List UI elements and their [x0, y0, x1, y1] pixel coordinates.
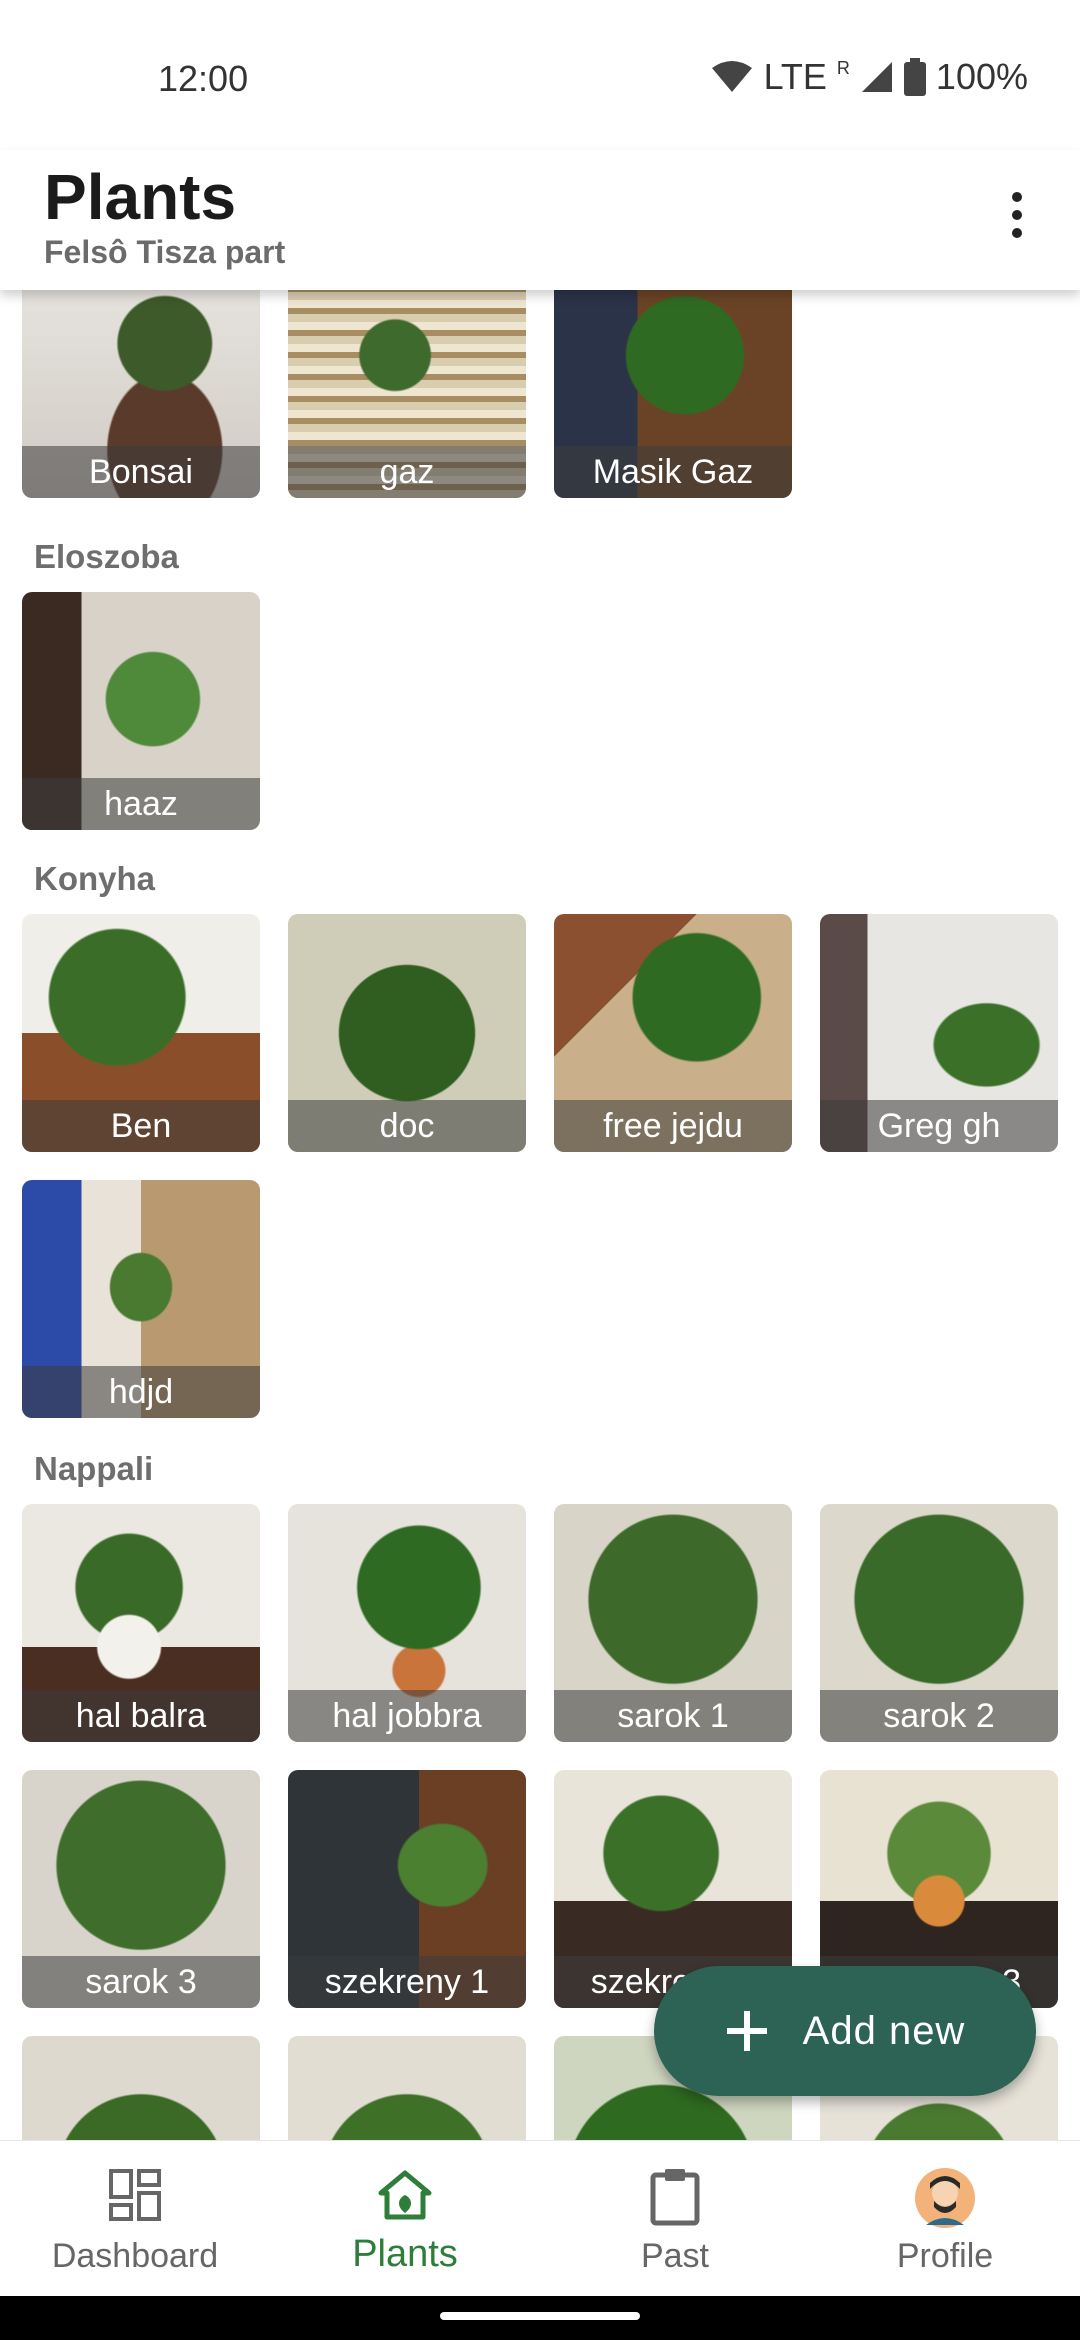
more-vert-dot: [1012, 210, 1022, 220]
plant-name: sarok 1: [554, 1690, 792, 1742]
nav-dashboard[interactable]: Dashboard: [0, 2141, 270, 2297]
plant-name: hdjd: [22, 1366, 260, 1418]
nav-label: Plants: [352, 2233, 458, 2275]
plant-name: Bonsai: [22, 446, 260, 498]
room-header: Konyha: [34, 860, 156, 897]
plant-tile[interactable]: [22, 2036, 260, 2140]
plant-tile[interactable]: szekreny 1: [288, 1770, 526, 2008]
nav-label: Profile: [896, 2237, 994, 2275]
plant-name: hal balra: [22, 1690, 260, 1742]
plant-name: hal jobbra: [288, 1690, 526, 1742]
plant-tile[interactable]: [288, 2036, 526, 2140]
battery-icon: [903, 58, 926, 96]
wifi-icon: [711, 61, 752, 92]
plant-tile[interactable]: hdjd: [22, 1180, 260, 1418]
plant-tile[interactable]: sarok 2: [820, 1504, 1058, 1742]
plant-name: gaz: [288, 446, 526, 498]
plant-tile[interactable]: sarok 1: [554, 1504, 792, 1742]
bottom-navigation: Dashboard Plants Past Profile: [0, 2140, 1080, 2297]
status-bar: 12:00 LTE R 100%: [0, 0, 1080, 150]
room-header: Eloszoba: [34, 538, 179, 575]
plant-tile[interactable]: doc: [288, 914, 526, 1152]
plant-name: haaz: [22, 778, 260, 830]
plant-tile[interactable]: Ben: [22, 914, 260, 1152]
add-new-button[interactable]: Add new: [654, 1966, 1036, 2096]
plant-tile[interactable]: haaz: [22, 592, 260, 830]
roaming-indicator: R: [836, 58, 850, 78]
location-subtitle: Felsô Tisza part: [44, 234, 286, 270]
clipboard-icon: [650, 2169, 700, 2226]
plant-tile[interactable]: Masik Gaz: [554, 290, 792, 498]
add-new-label: Add new: [802, 2008, 966, 2053]
nav-label: Past: [640, 2237, 710, 2275]
plant-tile[interactable]: Bonsai: [22, 290, 260, 498]
network-type: LTE: [763, 56, 827, 97]
plant-photo: [22, 2036, 260, 2140]
plant-name: free jejdu: [554, 1100, 792, 1152]
plant-name: szekreny 1: [288, 1956, 526, 2008]
plant-name: Greg gh: [820, 1100, 1058, 1152]
nav-label: Dashboard: [51, 2237, 219, 2275]
status-time: 12:00: [158, 58, 249, 99]
nav-past[interactable]: Past: [540, 2141, 810, 2297]
room-header: Nappali: [34, 1450, 154, 1487]
plant-grid[interactable]: Bonsai gaz Masik Gaz Eloszoba haaz Konyh…: [0, 290, 1080, 2140]
plant-tile[interactable]: hal jobbra: [288, 1504, 526, 1742]
more-vert-icon: [1012, 192, 1022, 202]
plant-tile[interactable]: sarok 3: [22, 1770, 260, 2008]
system-gesture-bar: [0, 2296, 1080, 2340]
more-vert-dot: [1012, 228, 1022, 238]
plant-photo: [288, 2036, 526, 2140]
dashboard-icon: [109, 2169, 161, 2221]
plant-tile[interactable]: free jejdu: [554, 914, 792, 1152]
status-icons: LTE R 100%: [710, 56, 1028, 98]
plus-icon: [726, 2011, 767, 2051]
plant-tile[interactable]: Greg gh: [820, 914, 1058, 1152]
page-title: Plants: [44, 161, 237, 233]
plant-name: sarok 2: [820, 1690, 1058, 1742]
plant-name: Ben: [22, 1100, 260, 1152]
nav-plants[interactable]: Plants: [270, 2141, 540, 2297]
battery-level: 100%: [935, 56, 1028, 97]
signal-icon: [861, 62, 892, 92]
plant-name: doc: [288, 1100, 526, 1152]
app-bar: Plants Felsô Tisza part: [0, 150, 1080, 290]
home-plants-icon: [378, 2170, 432, 2220]
plant-name: sarok 3: [22, 1956, 260, 2008]
avatar-icon: [915, 2168, 975, 2228]
plant-name: Masik Gaz: [554, 446, 792, 498]
plant-tile[interactable]: hal balra: [22, 1504, 260, 1742]
nav-profile[interactable]: Profile: [810, 2141, 1080, 2297]
plant-tile[interactable]: gaz: [288, 290, 526, 498]
more-options-button[interactable]: [982, 180, 1052, 250]
home-gesture-handle[interactable]: [440, 2312, 640, 2320]
